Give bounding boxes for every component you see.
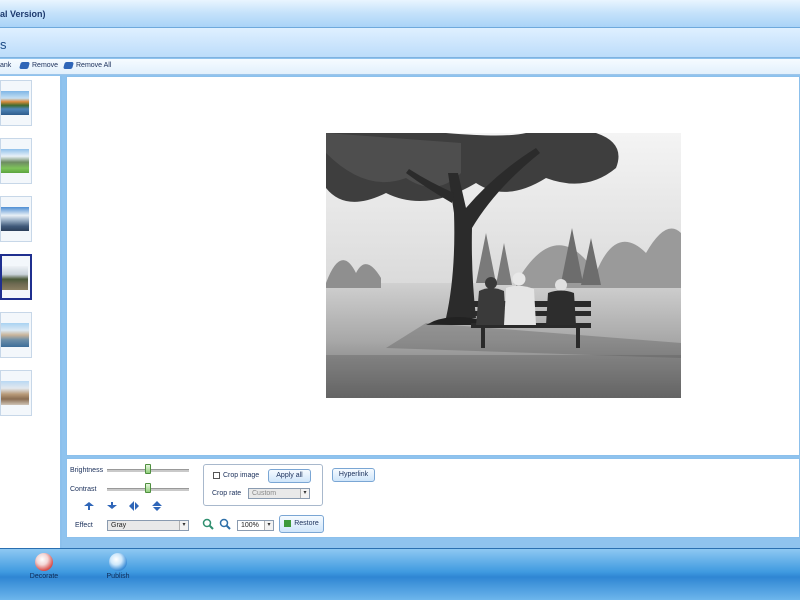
title-bar: al Version): [0, 0, 800, 28]
thumbnail-coastal-town[interactable]: [0, 312, 32, 358]
bottom-nav-bar: Decorate Publish: [0, 548, 800, 600]
crop-image-checkbox[interactable]: [213, 472, 220, 479]
remove-label: Remove: [32, 62, 59, 69]
thumbnail-image: [1, 381, 29, 405]
crop-rate-label: Crop rate: [212, 490, 242, 497]
remove-icon: [19, 62, 30, 69]
decorate-icon: [35, 553, 53, 571]
thumbnail-park-bench[interactable]: [0, 254, 32, 300]
thumbnail-image: [1, 323, 29, 347]
zoom-out-icon[interactable]: [219, 518, 231, 530]
zoom-value: 100%: [241, 522, 259, 529]
crop-rate-value: Custom: [252, 490, 277, 497]
crop-image-label: Crop image: [223, 472, 260, 479]
blank-label: ank: [0, 62, 12, 69]
thumbnail-image: [2, 266, 28, 290]
thumbnail-autumn-lake[interactable]: [0, 80, 32, 126]
remove-all-icon: [63, 62, 74, 69]
effect-select[interactable]: Gray ▾: [107, 520, 189, 531]
thumbnail-old-town[interactable]: [0, 370, 32, 416]
effect-label: Effect: [75, 522, 93, 529]
publish-label: Publish: [106, 573, 130, 580]
chevron-down-icon: ▾: [300, 489, 309, 498]
thumbnail-sidebar: [0, 76, 62, 550]
decorate-button[interactable]: Decorate: [20, 553, 68, 593]
chevron-down-icon: ▾: [264, 521, 273, 530]
apply-all-button[interactable]: Apply all: [268, 469, 311, 483]
page-header: s: [0, 28, 800, 58]
zoom-select[interactable]: 100% ▾: [237, 520, 274, 531]
window-title: al Version): [0, 9, 46, 19]
publish-icon: [109, 553, 127, 571]
crop-rate-select[interactable]: Custom ▾: [248, 488, 310, 499]
flip-horizontal-icon[interactable]: [128, 500, 140, 512]
chevron-down-icon: ▾: [179, 521, 188, 530]
zoom-in-icon[interactable]: [202, 518, 214, 530]
decorate-label: Decorate: [29, 573, 59, 580]
page-title: s: [0, 37, 7, 52]
edit-controls: Brightness Contrast Effect Gray ▾ Crop i…: [66, 458, 800, 538]
restore-icon: [284, 519, 292, 527]
contrast-label: Contrast: [70, 486, 97, 493]
effect-value: Gray: [111, 522, 127, 529]
flip-vertical-icon[interactable]: [151, 500, 163, 512]
thumbnail-alpine-valley[interactable]: [0, 138, 32, 184]
remove-button[interactable]: Remove: [19, 62, 59, 69]
hyperlink-button[interactable]: Hyperlink: [332, 468, 375, 482]
blank-button[interactable]: ank: [0, 62, 11, 69]
thumbnail-image: [1, 149, 29, 173]
rotate-right-icon[interactable]: [106, 500, 118, 512]
rotate-left-icon[interactable]: [83, 500, 95, 512]
restore-label: Restore: [294, 520, 319, 527]
brightness-slider-thumb[interactable]: [145, 464, 151, 474]
thumbnail-image: [1, 207, 29, 231]
restore-button[interactable]: Restore: [279, 515, 324, 533]
thumbnail-image: [1, 91, 29, 115]
photo-canvas: [66, 76, 800, 456]
toolbar: ank Remove Remove All: [0, 59, 800, 75]
brightness-label: Brightness: [70, 467, 104, 474]
thumbnail-snowy-mountains[interactable]: [0, 196, 32, 242]
publish-button[interactable]: Publish: [94, 553, 142, 593]
remove-all-label: Remove All: [76, 62, 112, 69]
preview-photo: [326, 133, 681, 398]
contrast-slider-thumb[interactable]: [145, 483, 151, 493]
remove-all-button[interactable]: Remove All: [63, 62, 112, 69]
park-bench-photo: [326, 133, 681, 398]
